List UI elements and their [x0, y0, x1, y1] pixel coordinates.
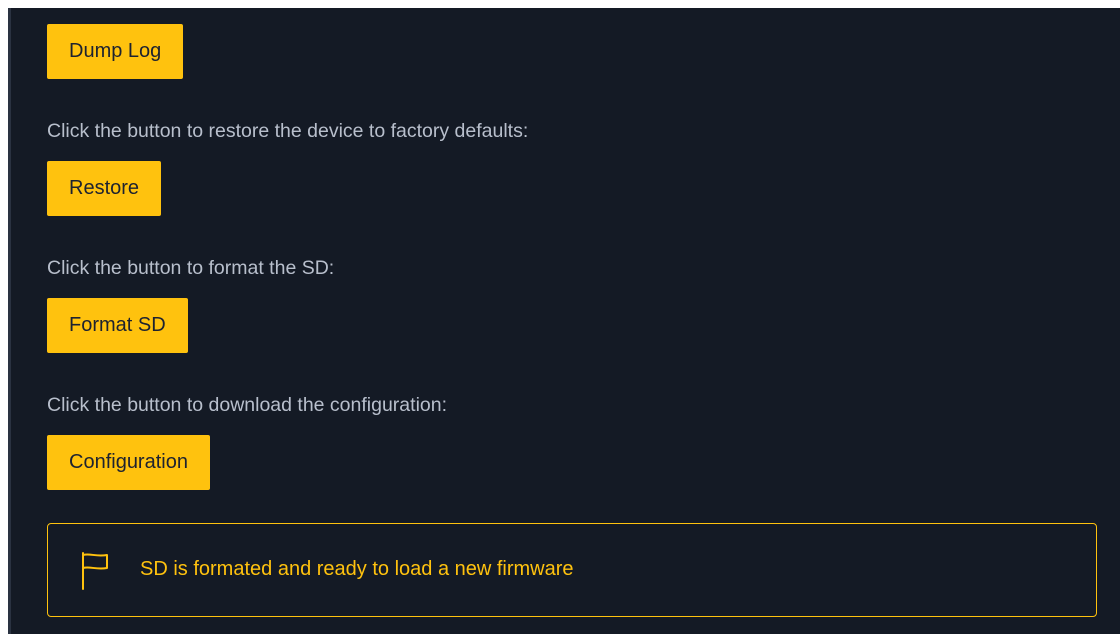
flag-icon [80, 551, 110, 591]
format-sd-description: Click the button to format the SD: [47, 257, 335, 279]
maintenance-panel: Dump Log Click the button to restore the… [8, 8, 1120, 634]
format-sd-button[interactable]: Format SD [47, 298, 188, 353]
restore-description: Click the button to restore the device t… [47, 120, 529, 142]
status-alert: SD is formated and ready to load a new f… [47, 523, 1097, 617]
dump-log-button[interactable]: Dump Log [47, 24, 184, 79]
alert-message: SD is formated and ready to load a new f… [140, 558, 574, 580]
page-frame: Dump Log Click the button to restore the… [0, 8, 1120, 634]
configuration-button[interactable]: Configuration [47, 435, 210, 490]
configuration-description: Click the button to download the configu… [47, 394, 448, 416]
restore-button[interactable]: Restore [47, 161, 162, 216]
